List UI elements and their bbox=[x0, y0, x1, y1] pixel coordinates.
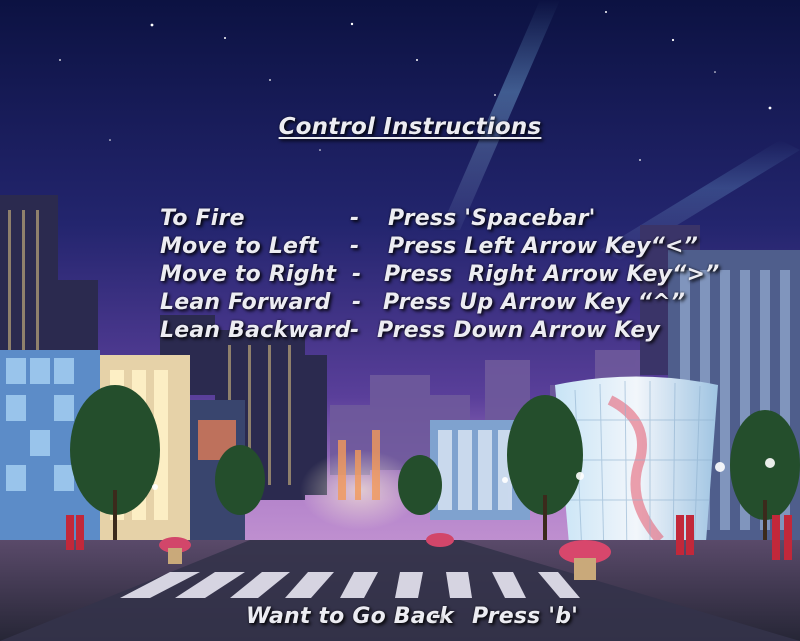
back-action: Press 'b' bbox=[472, 604, 579, 629]
control-separator: - bbox=[352, 290, 362, 315]
control-action: Press 'Spacebar' bbox=[388, 206, 596, 231]
control-label: Lean Forward bbox=[160, 290, 331, 315]
control-label: Move to Right bbox=[160, 262, 337, 287]
control-separator: - bbox=[352, 262, 362, 287]
back-separator: - bbox=[432, 604, 442, 629]
control-separator: - bbox=[350, 234, 360, 259]
control-label: Move to Left bbox=[160, 234, 319, 259]
control-separator: - bbox=[350, 206, 360, 231]
control-label: To Fire bbox=[160, 206, 245, 231]
control-action: Press Left Arrow Key“<” bbox=[388, 234, 699, 259]
control-instructions-title: Control Instructions bbox=[278, 114, 542, 140]
control-action: Press Right Arrow Key“>” bbox=[384, 262, 720, 287]
control-action: Press Up Arrow Key “^” bbox=[383, 290, 686, 315]
control-action: Press Down Arrow Key bbox=[377, 318, 661, 343]
control-separator: - bbox=[350, 318, 360, 343]
game-screen: Control Instructions To Fire - Press 'Sp… bbox=[0, 0, 800, 641]
control-label: Lean Backward bbox=[160, 318, 351, 343]
back-label: Want to Go Back bbox=[246, 604, 454, 629]
